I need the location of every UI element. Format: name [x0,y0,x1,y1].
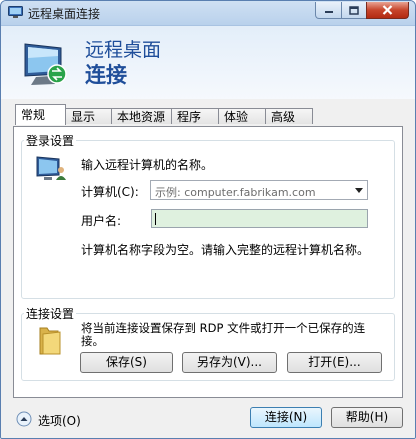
minimize-button[interactable] [315,2,342,19]
empty-computer-warning: 计算机名称字段为空。请输入完整的远程计算机名称。 [81,243,370,257]
title-bar[interactable]: 远程桌面连接 [1,1,415,25]
remote-desktop-icon [8,6,23,18]
computer-label: 计算机(C): [81,185,139,199]
connect-button[interactable]: 连接(N) [250,407,322,428]
content-area: 登录设置 输入远程计算机的名称。 计算机(C): 示例: computer.fa… [1,126,415,403]
computer-combobox[interactable]: 示例: computer.fabrikam.com [150,180,368,200]
tab-strip: 常规 显示 本地资源 程序 体验 高级 [1,99,415,126]
chevron-up-icon[interactable] [16,411,32,427]
header-banner: 远程桌面 连接 [1,25,415,100]
login-settings-label: 登录设置 [24,132,77,149]
chevron-down-icon[interactable] [355,188,363,193]
tab-experience[interactable]: 体验 [218,108,266,124]
tab-programs[interactable]: 程序 [171,108,219,124]
computer-user-icon [36,156,66,180]
tab-local-resources[interactable]: 本地资源 [111,108,172,124]
computer-monitor-icon [24,43,67,85]
dialog-footer: 选项(O) 连接(N) 帮助(H) [1,403,415,438]
text-caret [155,213,156,225]
remote-desktop-window: 远程桌面连接 远程桌面 连接 常规 显示 本地资源 程序 体验 高级 登录设置 … [0,0,416,439]
connection-description: 将当前连接设置保存到 RDP 文件或打开一个已保存的连接。 [81,321,366,348]
tab-advanced[interactable]: 高级 [265,108,313,124]
general-tab-panel: 登录设置 输入远程计算机的名称。 计算机(C): 示例: computer.fa… [13,126,403,398]
minimize-icon [324,11,333,13]
save-button[interactable]: 保存(S) [80,352,173,373]
save-as-button[interactable]: 另存为(V)... [182,352,277,373]
username-input[interactable] [151,209,368,228]
computer-instruction-text: 输入远程计算机的名称。 [81,158,214,172]
open-button[interactable]: 打开(E)... [287,352,382,373]
username-label: 用户名: [81,214,122,228]
maximize-icon [349,5,359,15]
header-title-line1: 远程桌面 [85,39,162,61]
folder-icon [39,327,61,355]
login-settings-group: 登录设置 输入远程计算机的名称。 计算机(C): 示例: computer.fa… [21,132,395,299]
help-button[interactable]: 帮助(H) [331,407,403,428]
options-toggle[interactable]: 选项(O) [38,412,81,429]
computer-placeholder: 示例: computer.fabrikam.com [155,186,316,199]
tab-display[interactable]: 显示 [65,108,112,124]
connection-settings-group: 连接设置 将当前连接设置保存到 RDP 文件或打开一个已保存的连接。 保存(S)… [21,305,395,381]
close-icon [382,5,393,15]
window-title: 远程桌面连接 [28,7,101,21]
header-title-line2: 连接 [85,63,127,87]
connection-settings-label: 连接设置 [24,305,77,322]
close-button[interactable] [366,2,409,19]
maximize-button[interactable] [341,2,367,19]
tab-general[interactable]: 常规 [15,104,66,125]
